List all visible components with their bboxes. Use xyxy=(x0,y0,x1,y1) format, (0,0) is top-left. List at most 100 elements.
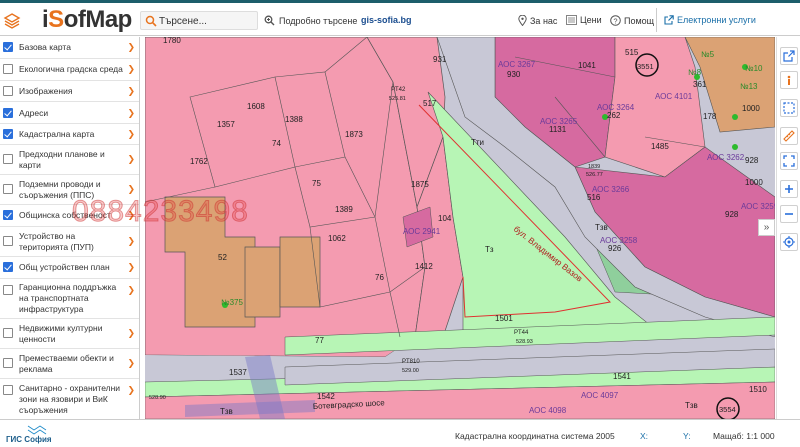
layer-item[interactable]: Санитарно - охранителни зони на язовири … xyxy=(0,379,139,419)
gis-sofia-link[interactable]: gis-sofia.bg xyxy=(361,15,412,25)
logo-part-rest: ofMap xyxy=(63,6,133,33)
layer-checkbox[interactable] xyxy=(3,385,13,395)
advanced-search-label: Подробно търсене xyxy=(279,15,358,26)
map-scale: Мащаб: 1:1 000 xyxy=(713,431,775,441)
layer-checkbox[interactable] xyxy=(3,285,13,295)
map-label: 1875 xyxy=(411,180,429,189)
layer-checkbox[interactable] xyxy=(3,184,13,194)
layer-label: Адреси xyxy=(19,108,49,118)
gis-sofia-label: ГИС София xyxy=(6,435,52,444)
layer-checkbox[interactable] xyxy=(3,154,13,164)
chevron-down-icon[interactable]: ❯ xyxy=(127,236,135,247)
selection-box-icon xyxy=(783,102,795,114)
cadastral-map[interactable]: 1780 931 1041 3551 515 1608 1357 1388 18… xyxy=(145,37,775,419)
chevron-down-icon[interactable]: ❯ xyxy=(127,86,135,97)
nav-prices-label: Цени xyxy=(580,15,602,25)
fullscreen-icon xyxy=(783,155,795,167)
search-box[interactable] xyxy=(140,11,258,30)
layer-item[interactable]: Устройство на територията (ПУП) ❯ xyxy=(0,227,139,257)
map-label: 77 xyxy=(315,336,324,345)
chevron-down-icon[interactable]: ❯ xyxy=(127,42,135,53)
map-label: 75 xyxy=(312,179,321,188)
layer-label: Гаранционна поддръжка на транспортната и… xyxy=(19,282,117,314)
nav-help[interactable]: ? Помощ xyxy=(610,15,654,26)
map-label: 3554 xyxy=(719,405,736,414)
nav-about[interactable]: За нас xyxy=(518,15,557,26)
layer-label: Общ устройствен план xyxy=(19,262,110,272)
layer-checkbox[interactable] xyxy=(3,108,13,118)
layer-item[interactable]: Общ устройствен план ❯ xyxy=(0,257,139,279)
map-label: Тзв xyxy=(595,223,608,232)
map-label: АОС 4098 xyxy=(529,406,567,415)
layer-checkbox[interactable] xyxy=(3,210,13,220)
chevron-down-icon[interactable]: ❯ xyxy=(127,262,135,273)
nav-prices[interactable]: Цени xyxy=(566,15,602,25)
svg-text:?: ? xyxy=(613,16,617,25)
chevron-down-icon[interactable]: ❯ xyxy=(127,64,135,75)
chevron-down-icon[interactable]: ❯ xyxy=(127,385,135,396)
layer-item[interactable]: Екологична градска среда ❯ xyxy=(0,59,139,81)
measure-button[interactable] xyxy=(780,127,798,145)
zoom-in-button[interactable] xyxy=(780,180,798,198)
layer-item[interactable]: Изображения ❯ xyxy=(0,81,139,102)
fullscreen-button[interactable] xyxy=(780,152,798,170)
chevron-down-icon[interactable]: ❯ xyxy=(127,285,135,296)
map-label: 1873 xyxy=(345,130,363,139)
layer-item[interactable]: Общинска собственост ❯ xyxy=(0,205,139,227)
layer-checkbox[interactable] xyxy=(3,129,13,139)
layer-checkbox[interactable] xyxy=(3,358,13,368)
chevron-down-icon[interactable]: ❯ xyxy=(127,184,135,195)
layer-checkbox[interactable] xyxy=(3,42,13,52)
layer-item[interactable]: Подземни проводи и съоръжения (ППС) ❯ xyxy=(0,175,139,205)
map-label: 526.77 xyxy=(586,172,603,178)
info-icon xyxy=(787,75,791,85)
layer-item[interactable]: Адреси ❯ xyxy=(0,102,139,124)
layer-label: Базова карта xyxy=(19,42,71,52)
ruler-icon xyxy=(783,130,795,142)
chevron-down-icon[interactable]: ❯ xyxy=(127,210,135,221)
layer-checkbox[interactable] xyxy=(3,236,13,246)
info-button[interactable] xyxy=(780,71,798,89)
layer-item[interactable]: Предходни планове и карти ❯ xyxy=(0,145,139,175)
advanced-search-link[interactable]: Подробно търсене xyxy=(264,15,357,26)
layer-label: Предходни планове и карти xyxy=(19,149,105,170)
search-input[interactable] xyxy=(159,14,255,28)
map-label: 1062 xyxy=(328,234,346,243)
map-label: 52 xyxy=(218,253,227,262)
map-label: 1485 xyxy=(651,142,669,151)
layer-checkbox[interactable] xyxy=(3,328,13,338)
chevron-down-icon[interactable]: ❯ xyxy=(127,358,135,369)
layer-checkbox[interactable] xyxy=(3,86,13,96)
map-label: 1000 xyxy=(742,104,760,113)
layer-item[interactable]: Преместваеми обекти и реклама ❯ xyxy=(0,349,139,379)
chevron-down-icon[interactable]: ❯ xyxy=(127,129,135,140)
map-label: АОС 4101 xyxy=(655,92,693,101)
open-external-button[interactable] xyxy=(780,47,798,65)
map-label: Тзв xyxy=(220,407,233,416)
map-label: 1542 xyxy=(317,392,335,401)
layer-checkbox[interactable] xyxy=(3,64,13,74)
locate-button[interactable] xyxy=(780,233,798,251)
chevron-down-icon[interactable]: ❯ xyxy=(127,108,135,119)
layer-item[interactable]: Гаранционна поддръжка на транспортната и… xyxy=(0,279,139,319)
chevron-down-icon[interactable]: ❯ xyxy=(127,328,135,339)
layer-item[interactable]: Базова карта ❯ xyxy=(0,37,139,59)
layer-checkbox[interactable] xyxy=(3,262,13,272)
map-canvas[interactable]: 1780 931 1041 3551 515 1608 1357 1388 18… xyxy=(145,37,775,419)
chevron-down-icon[interactable]: ❯ xyxy=(127,154,135,165)
map-label: АОС 4097 xyxy=(581,391,619,400)
nav-electronic-services[interactable]: Електронни услуги xyxy=(664,15,756,25)
select-area-button[interactable] xyxy=(780,99,798,117)
zoom-search-icon xyxy=(264,15,275,26)
collapse-panel-button[interactable]: » xyxy=(758,219,775,236)
layer-item[interactable]: Кадастрална карта ❯ xyxy=(0,124,139,145)
isofmap-logo[interactable]: iSofMap xyxy=(42,6,132,34)
layer-item[interactable]: Недвижими културни ценности ❯ xyxy=(0,319,139,349)
layers-toggle-button[interactable] xyxy=(2,11,22,31)
map-label: АОС 3259 xyxy=(741,202,775,211)
map-label: 1041 xyxy=(578,61,596,70)
plus-icon xyxy=(785,185,793,193)
map-label: 1131 xyxy=(549,125,567,134)
zoom-out-button[interactable] xyxy=(780,205,798,223)
price-list-icon xyxy=(566,15,577,25)
